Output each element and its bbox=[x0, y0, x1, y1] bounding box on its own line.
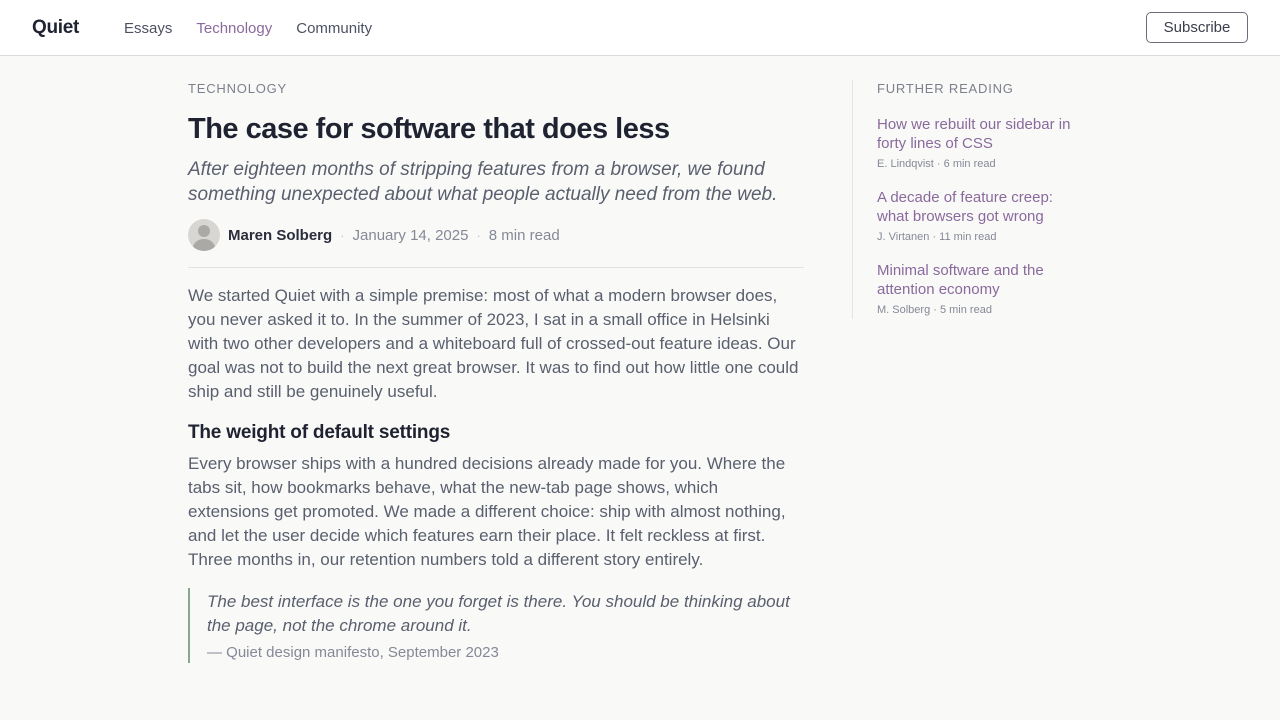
avatar-shoulders-shape bbox=[193, 239, 215, 251]
article-paragraph: Every browser ships with a hundred decis… bbox=[188, 454, 786, 569]
article-byline: Maren Solberg · January 14, 2025 · 8 min… bbox=[188, 219, 804, 251]
user-avatar-icon bbox=[188, 219, 220, 251]
author-name[interactable]: Maren Solberg bbox=[228, 227, 332, 244]
nav-item-technology[interactable]: Technology bbox=[196, 20, 272, 38]
article-title: The case for software that does less bbox=[188, 113, 670, 145]
site-logo[interactable]: Quiet bbox=[32, 17, 79, 39]
nav-item-community[interactable]: Community bbox=[296, 20, 372, 38]
reading-item: How we rebuilt our sidebar in forty line… bbox=[877, 115, 1092, 171]
pull-quote: The best interface is the one you forget… bbox=[188, 588, 804, 663]
reading-item-link[interactable]: A decade of feature creep: what browsers… bbox=[877, 188, 1087, 226]
reading-item: Minimal software and the attention econo… bbox=[877, 261, 1092, 317]
reading-item-meta: J. Virtanen · 11 min read bbox=[877, 231, 997, 243]
article: TECHNOLOGY The case for software that do… bbox=[188, 80, 804, 663]
avatar-head-shape bbox=[198, 225, 210, 237]
section-heading: The weight of default settings bbox=[188, 422, 451, 443]
article-dek: After eighteen months of stripping featu… bbox=[188, 159, 778, 205]
meta-separator: · bbox=[340, 227, 345, 243]
site-header: Quiet Essays Technology Community Subscr… bbox=[0, 0, 1280, 56]
reading-item-meta: E. Lindqvist · 6 min read bbox=[877, 158, 996, 170]
sidebar-heading: FURTHER READING bbox=[877, 81, 1014, 96]
publish-date: January 14, 2025 bbox=[352, 226, 469, 244]
meta-separator: · bbox=[476, 227, 481, 243]
reading-item-meta: M. Solberg · 5 min read bbox=[877, 304, 992, 316]
subscribe-button[interactable]: Subscribe bbox=[1146, 12, 1248, 43]
quote-text: The best interface is the one you forget… bbox=[207, 592, 790, 635]
quote-citation: — Quiet design manifesto, September 2023 bbox=[207, 644, 499, 661]
further-reading-sidebar: FURTHER READING How we rebuilt our sideb… bbox=[852, 80, 1092, 319]
divider bbox=[188, 267, 804, 268]
read-time: 8 min read bbox=[488, 226, 560, 244]
article-paragraph: We started Quiet with a simple premise: … bbox=[188, 286, 799, 401]
reading-item: A decade of feature creep: what browsers… bbox=[877, 188, 1092, 244]
main-nav: Essays Technology Community bbox=[124, 20, 396, 38]
nav-item-essays[interactable]: Essays bbox=[124, 20, 172, 38]
article-category[interactable]: TECHNOLOGY bbox=[188, 81, 804, 97]
reading-item-link[interactable]: How we rebuilt our sidebar in forty line… bbox=[877, 115, 1087, 153]
reading-item-link[interactable]: Minimal software and the attention econo… bbox=[877, 261, 1087, 299]
